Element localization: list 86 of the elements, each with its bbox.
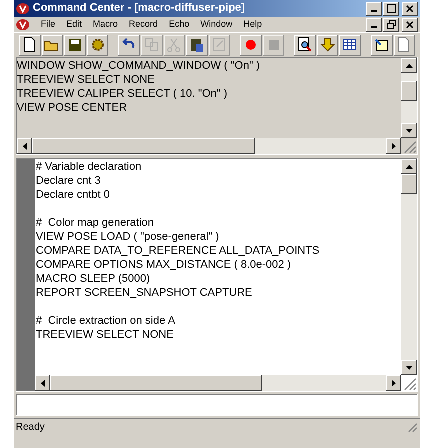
- page-icon: [22, 37, 38, 53]
- horizontal-scrollbar[interactable]: [17, 138, 401, 154]
- menu-item[interactable]: Macro: [93, 18, 118, 32]
- scissors-icon: [166, 37, 182, 53]
- restore-icon: [386, 20, 396, 29]
- close-button[interactable]: [402, 18, 418, 32]
- restore-button[interactable]: [383, 18, 399, 32]
- code-line: Declare cnt 3: [36, 174, 102, 188]
- horizontal-scrollbar[interactable]: [35, 375, 401, 391]
- code-line: COMPARE DATA_TO_REFERENCE ALL_DATA_POINTS: [36, 244, 321, 258]
- scroll-left-button[interactable]: [35, 375, 50, 391]
- page-corner-icon: [396, 37, 412, 53]
- scroll-up-button[interactable]: [401, 58, 417, 73]
- output-line: WINDOW SHOW_COMMAND_WINDOW ( "On" ): [17, 59, 262, 73]
- document-edit-icon: [374, 37, 390, 53]
- close-icon: [406, 20, 414, 28]
- gear-icon: [90, 37, 106, 53]
- record-button[interactable]: [240, 34, 262, 56]
- right-arrow-icon: [392, 380, 396, 386]
- scroll-down-button[interactable]: [401, 360, 417, 375]
- minimize-icon: [371, 26, 377, 28]
- down-arrow-icon: [406, 366, 412, 370]
- grid-button[interactable]: [339, 34, 362, 56]
- minimize-button[interactable]: [366, 18, 382, 32]
- command-input-field[interactable]: [16, 394, 418, 416]
- code-line: COMPARE OPTIONS MAX_DISTANCE ( 8.0e-002 ): [36, 258, 292, 272]
- clipboard-button[interactable]: [186, 34, 208, 56]
- page-button[interactable]: [19, 34, 41, 56]
- scroll-thumb[interactable]: [50, 375, 262, 391]
- code-line: TREEVIEW SELECT NONE: [36, 328, 175, 342]
- minimize-icon: [371, 10, 377, 12]
- minimize-button[interactable]: [366, 2, 382, 16]
- folder-button[interactable]: [42, 34, 64, 56]
- scroll-right-button[interactable]: [386, 375, 401, 391]
- output-line: TREEVIEW CALIPER SELECT ( 10. "On" ): [17, 87, 229, 101]
- vertical-scrollbar[interactable]: [401, 58, 417, 138]
- up-arrow-icon: [406, 164, 412, 168]
- close-button[interactable]: [402, 2, 418, 16]
- window-title: Command Center - [macro-diffuser-pipe]: [33, 1, 246, 16]
- magnifier-page-icon: [297, 37, 314, 53]
- up-arrow-icon: [406, 64, 412, 68]
- menu-item[interactable]: Echo: [169, 18, 190, 32]
- menu-item[interactable]: Record: [129, 18, 158, 32]
- code-line: MACRO SLEEP (5000): [36, 272, 152, 286]
- app-logo-icon: [16, 2, 30, 14]
- vertical-scrollbar[interactable]: [401, 159, 417, 375]
- code-line: # Circle extraction on side A: [36, 314, 176, 328]
- download-arrow-icon: [320, 37, 336, 53]
- right-arrow-icon: [392, 142, 396, 150]
- magnifier-page-button[interactable]: [294, 34, 316, 56]
- clipboard-icon: [188, 37, 205, 53]
- scroll-right-button[interactable]: [386, 138, 401, 154]
- code-line: # Color map generation: [36, 216, 156, 230]
- code-line: # Variable declaration: [36, 160, 143, 174]
- undo-button[interactable]: [118, 34, 140, 56]
- page-corner-button[interactable]: [394, 34, 416, 56]
- scroll-left-button[interactable]: [17, 138, 32, 154]
- down-arrow-icon: [406, 128, 412, 132]
- left-arrow-icon: [22, 142, 26, 150]
- scroll-down-button[interactable]: [401, 123, 417, 138]
- menu-item[interactable]: Edit: [66, 18, 82, 32]
- code-line: VIEW POSE LOAD ( "pose-general" ): [36, 230, 220, 244]
- maximize-button[interactable]: [383, 2, 399, 16]
- close-icon: [406, 4, 414, 12]
- left-arrow-icon: [40, 380, 44, 386]
- scroll-thumb[interactable]: [401, 81, 417, 101]
- scroll-thumb[interactable]: [401, 174, 417, 194]
- status-text: Ready: [16, 420, 46, 434]
- maximize-icon: [386, 4, 396, 13]
- edit-icon: [212, 37, 228, 53]
- menu-item[interactable]: File: [41, 18, 56, 32]
- output-line: VIEW POSE CENTER: [17, 101, 128, 115]
- menu-item[interactable]: Help: [244, 18, 262, 32]
- document-edit-button[interactable]: [370, 34, 393, 56]
- gear-button[interactable]: [86, 34, 108, 56]
- menu-item[interactable]: Window: [200, 18, 233, 32]
- output-line: TREEVIEW SELECT NONE: [17, 73, 156, 87]
- grid-icon: [342, 37, 358, 53]
- scroll-up-button[interactable]: [401, 159, 417, 174]
- size-grip-icon[interactable]: [406, 421, 418, 433]
- copy-icon: [144, 37, 160, 53]
- scroll-thumb[interactable]: [32, 138, 255, 154]
- code-line: Declare cntbt 0: [36, 188, 111, 202]
- download-arrow-button[interactable]: [316, 34, 338, 56]
- floppy-disk-button[interactable]: [64, 34, 86, 56]
- code-line: REPORT SCREEN_SNAPSHOT CAPTURE: [36, 286, 254, 300]
